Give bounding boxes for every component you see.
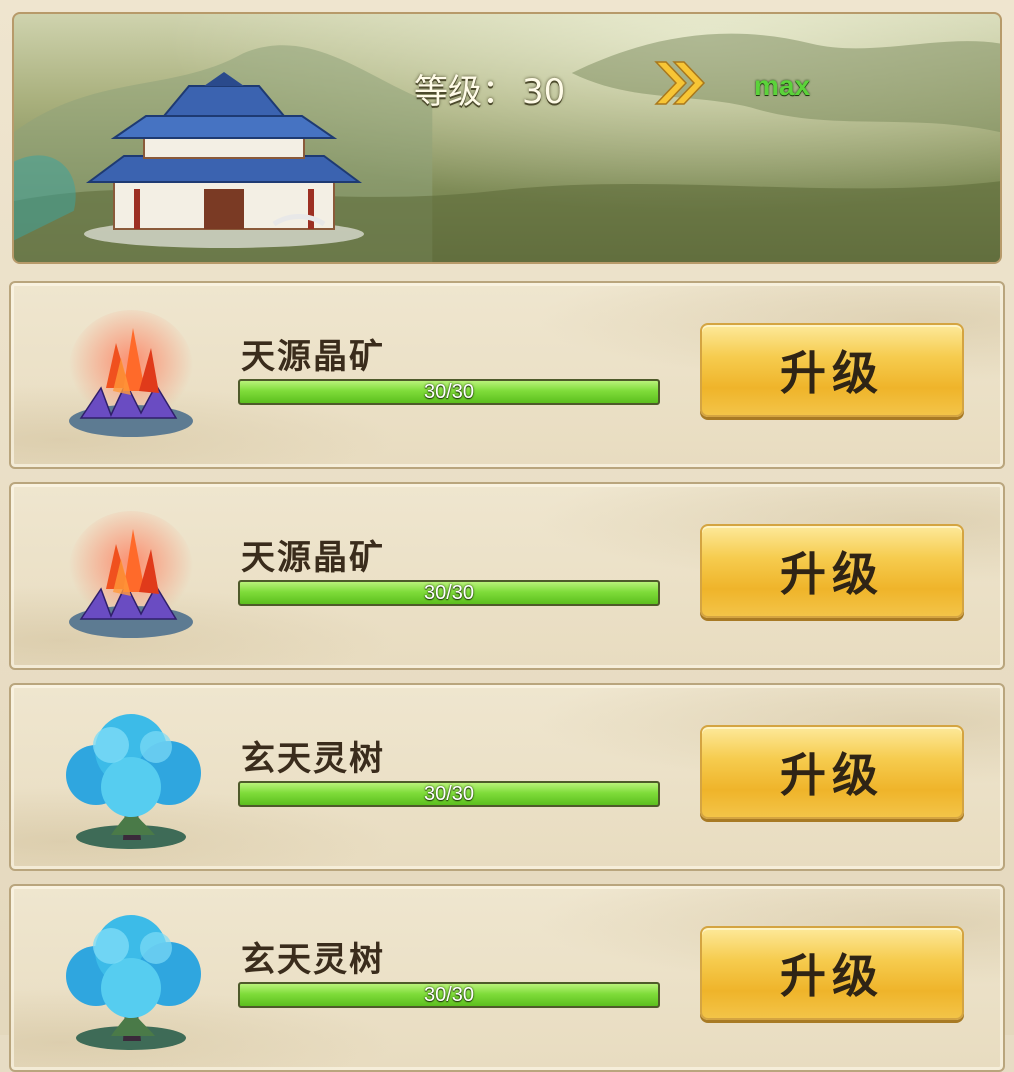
list-item: 玄天灵树 30/30 升级 bbox=[9, 884, 1005, 1072]
progress-text: 30/30 bbox=[423, 783, 475, 805]
list-item: 天源晶矿 30/30 升级 bbox=[9, 281, 1005, 469]
progress-text: 30/30 bbox=[423, 582, 475, 604]
upgrade-button[interactable]: 升级 bbox=[700, 524, 964, 618]
crystal-mine-icon bbox=[69, 310, 193, 437]
level-progress-bar: 30/30 bbox=[238, 982, 660, 1008]
crystal-mine-icon bbox=[69, 511, 193, 638]
building-name: 玄天灵树 bbox=[241, 739, 385, 779]
double-chevron-right-icon bbox=[654, 61, 706, 105]
panel: 等级： 30 max 天源晶矿 30/30 升级 天源晶矿 30/30 升级 玄… bbox=[0, 0, 1014, 1072]
building-level-banner: 等级： 30 max bbox=[12, 12, 1002, 264]
level-progress-bar: 30/30 bbox=[238, 580, 660, 606]
level-caption: 等级： bbox=[414, 72, 516, 112]
progress-text: 30/30 bbox=[423, 381, 475, 403]
building-name: 玄天灵树 bbox=[241, 940, 385, 980]
level-progress-bar: 30/30 bbox=[238, 379, 660, 405]
upgrade-button[interactable]: 升级 bbox=[700, 926, 964, 1020]
upgrade-button[interactable]: 升级 bbox=[700, 725, 964, 819]
building-name: 天源晶矿 bbox=[241, 337, 385, 377]
max-level-label: max bbox=[754, 70, 811, 101]
building-name: 天源晶矿 bbox=[241, 538, 385, 578]
level-value: 30 bbox=[522, 72, 566, 112]
upgrade-button[interactable]: 升级 bbox=[700, 323, 964, 417]
level-label: 等级： 30 bbox=[414, 64, 565, 113]
level-progress-bar: 30/30 bbox=[238, 781, 660, 807]
list-item: 玄天灵树 30/30 升级 bbox=[9, 683, 1005, 871]
spirit-tree-icon bbox=[66, 714, 201, 849]
list-item: 天源晶矿 30/30 升级 bbox=[9, 482, 1005, 670]
palace-icon bbox=[84, 72, 364, 248]
spirit-tree-icon bbox=[66, 915, 201, 1050]
progress-text: 30/30 bbox=[423, 984, 475, 1006]
